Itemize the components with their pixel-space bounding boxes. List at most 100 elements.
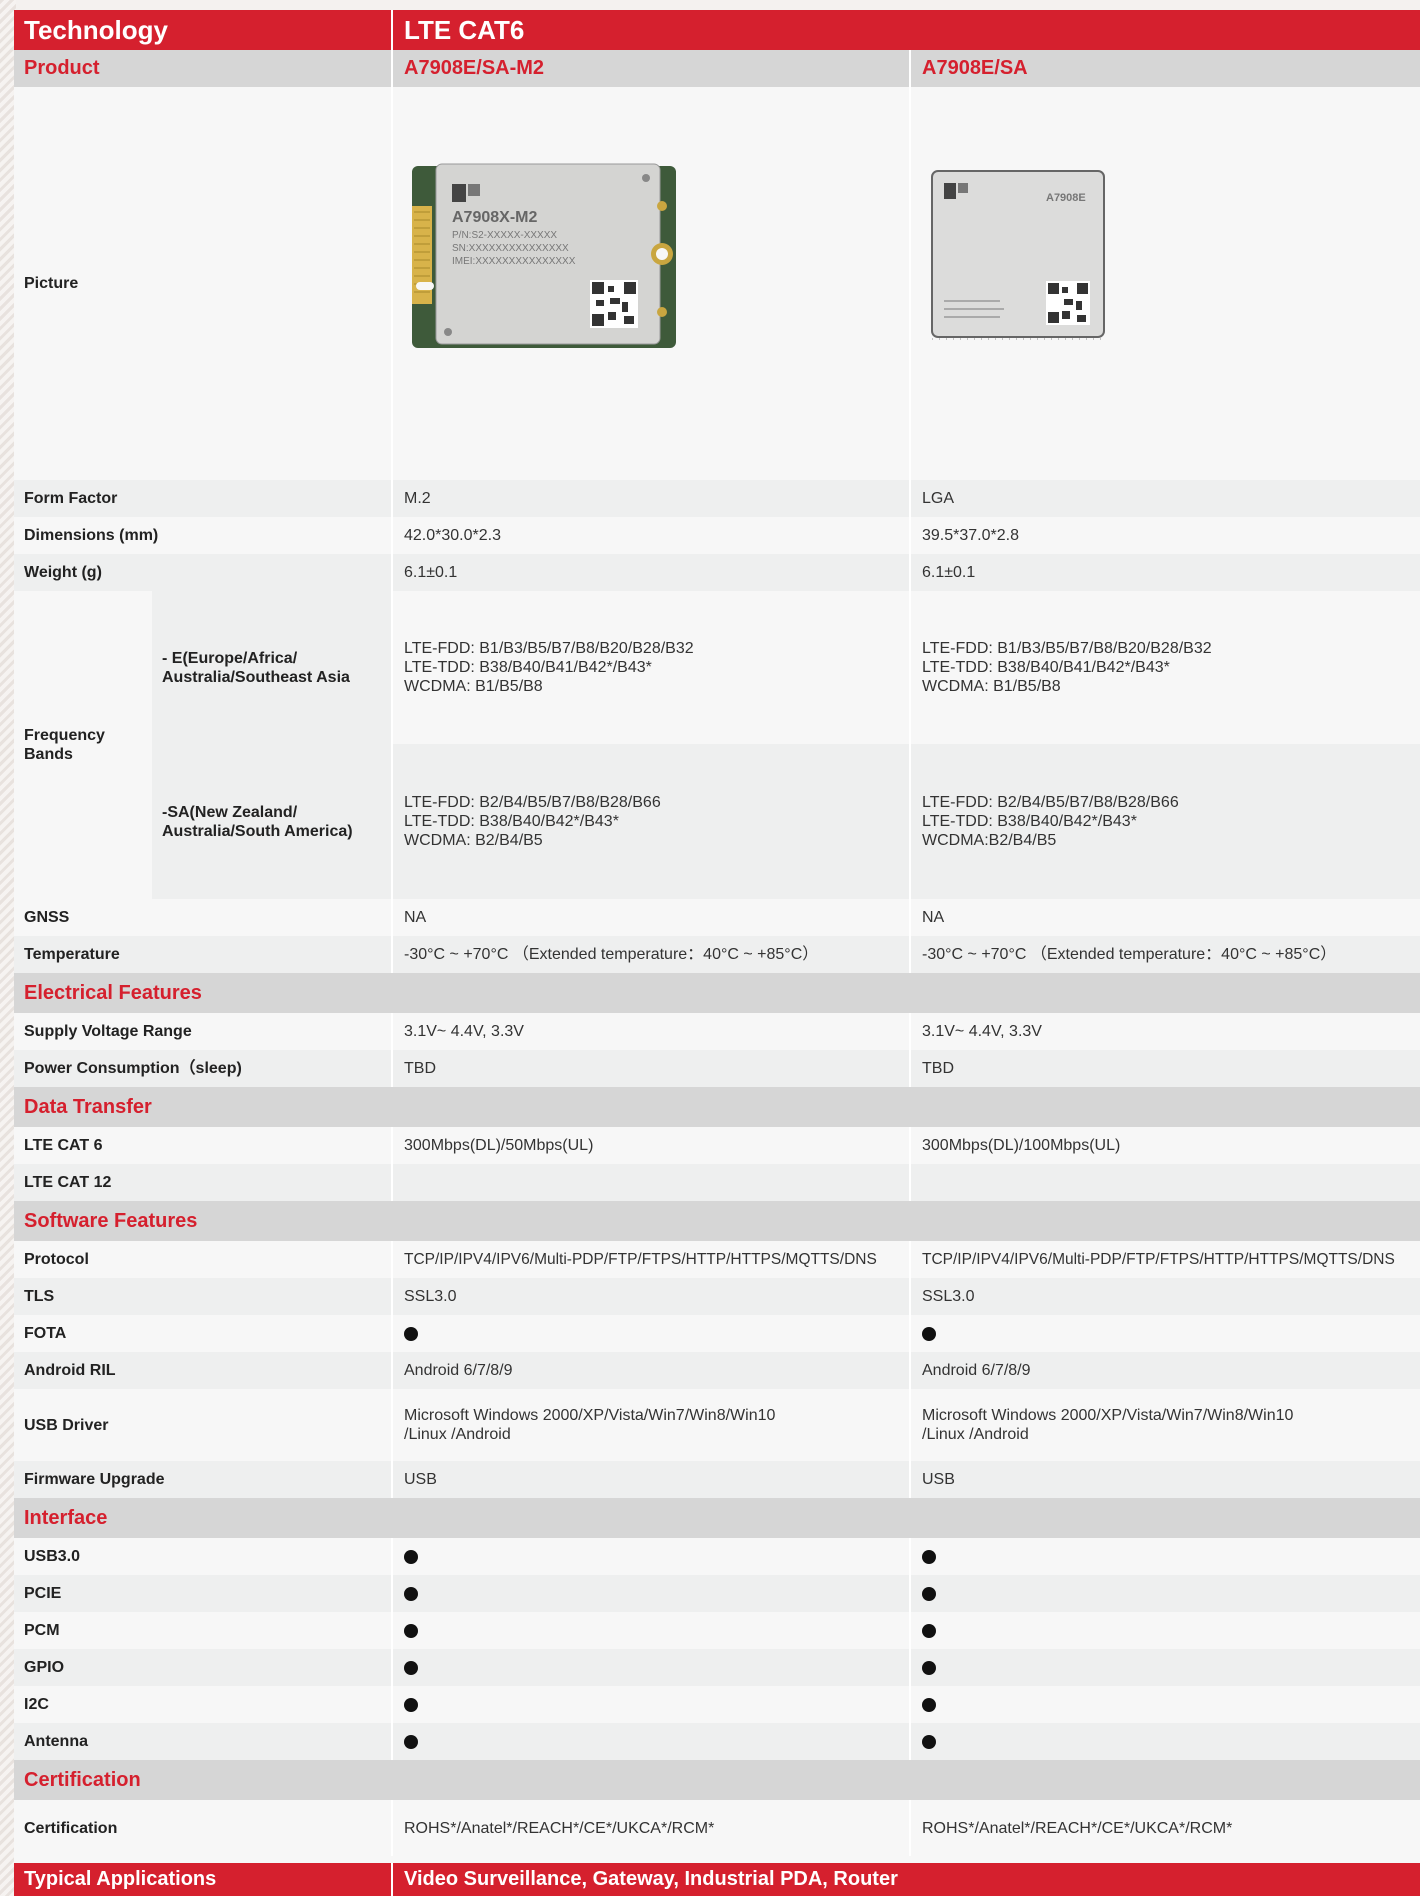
supported-dot-icon (922, 1734, 936, 1749)
fota-label: FOTA (14, 1315, 393, 1352)
interface-label: I2C (14, 1686, 393, 1723)
technology-label: Technology (14, 10, 393, 50)
interface-col2 (912, 1612, 1420, 1649)
supported-dot-icon (922, 1586, 936, 1601)
interface-label: PCM (14, 1612, 393, 1649)
gnss-col2: NA (922, 909, 945, 926)
fota-col1 (394, 1315, 911, 1352)
frequency-bands-label: Frequency Bands (14, 591, 152, 899)
spec-label: Weight (g) (14, 554, 393, 591)
gnss-col1: NA (394, 899, 911, 936)
data-transfer-col2: 300Mbps(DL)/100Mbps(UL) (922, 1137, 1121, 1154)
product-col1: A7908E/SA-M2 (394, 50, 911, 87)
tls-row: TLS SSL3.0 SSL3.0 (14, 1278, 1420, 1315)
usb-driver-col2: Microsoft Windows 2000/XP/Vista/Win7/Win… (922, 1407, 1294, 1443)
m2-module-image: A7908X-M2 P/N:S2-XXXXX-XXXXX SN:XXXXXXXX… (412, 163, 676, 348)
lga-model-text: A7908E (1046, 192, 1086, 204)
data-transfer-label: LTE CAT 6 (14, 1127, 393, 1164)
typical-applications-label: Typical Applications (14, 1863, 393, 1896)
data-transfer-row: LTE CAT 6 300Mbps(DL)/50Mbps(UL) 300Mbps… (14, 1127, 1420, 1164)
m2-model-text: A7908X-M2 (452, 209, 537, 226)
interface-col1 (394, 1649, 911, 1686)
gnss-row: GNSS NA NA (14, 899, 1420, 936)
electrical-section-title: Electrical Features (24, 981, 202, 1004)
picture-col1: A7908X-M2 P/N:S2-XXXXX-XXXXX SN:XXXXXXXX… (394, 87, 911, 480)
spec-col1: 42.0*30.0*2.3 (394, 517, 911, 554)
electrical-section-header: Electrical Features (14, 973, 1420, 1013)
spec-row-dimensions: Dimensions (mm) 42.0*30.0*2.3 39.5*37.0*… (14, 517, 1420, 554)
frequency-col1: LTE-FDD: B1/B3/B5/B7/B8/B20/B28/B32 LTE-… (394, 591, 911, 744)
android-ril-label: Android RIL (14, 1352, 393, 1389)
electrical-label: Power Consumption（sleep) (14, 1050, 393, 1087)
certification-section-header: Certification (14, 1760, 1420, 1800)
interface-label: GPIO (14, 1649, 393, 1686)
interface-col2 (912, 1538, 1420, 1575)
frequency-col2: LTE-FDD: B1/B3/B5/B7/B8/B20/B28/B32 LTE-… (922, 640, 1212, 695)
picture-col2: A7908E (912, 87, 1420, 480)
electrical-col2: TBD (922, 1060, 954, 1077)
certification-section-title: Certification (24, 1768, 141, 1791)
certification-col2: ROHS*/Anatel*/REACH*/CE*/UKCA*/RCM* (922, 1819, 1233, 1837)
frequency-col2: LTE-FDD: B2/B4/B5/B7/B8/B28/B66 LTE-TDD:… (922, 794, 1179, 849)
electrical-col1: TBD (394, 1050, 911, 1087)
firmware-row: Firmware Upgrade USB USB (14, 1461, 1420, 1498)
technology-row: Technology LTE CAT6 (14, 10, 1420, 50)
typical-applications-row: Typical Applications Video Surveillance,… (14, 1863, 1420, 1896)
picture-label: Picture (14, 87, 393, 480)
spec-table: Technology LTE CAT6 Product A7908E/SA-M2… (14, 10, 1420, 1896)
supported-dot-icon (922, 1660, 936, 1675)
data-transfer-col1 (394, 1164, 911, 1201)
usb-driver-col1: Microsoft Windows 2000/XP/Vista/Win7/Win… (394, 1389, 911, 1461)
supported-dot-icon (922, 1623, 936, 1638)
firmware-label: Firmware Upgrade (14, 1461, 393, 1498)
supported-dot-icon (404, 1660, 418, 1675)
interface-col1 (394, 1538, 911, 1575)
spec-col2: 39.5*37.0*2.8 (922, 527, 1019, 544)
data-transfer-section-header: Data Transfer (14, 1087, 1420, 1127)
protocol-label: Protocol (14, 1241, 393, 1278)
interface-row: Antenna (14, 1723, 1420, 1760)
software-section-title: Software Features (24, 1209, 198, 1232)
tls-col2: SSL3.0 (922, 1288, 975, 1305)
spec-label: Dimensions (mm) (14, 517, 393, 554)
data-transfer-row: LTE CAT 12 (14, 1164, 1420, 1201)
supported-dot-icon (404, 1697, 418, 1712)
data-transfer-col1: 300Mbps(DL)/50Mbps(UL) (394, 1127, 911, 1164)
interface-col1 (394, 1723, 911, 1760)
frequency-row-sa: -SA(New Zealand/ Australia/South America… (152, 744, 1420, 899)
interface-col2 (912, 1686, 1420, 1723)
supported-dot-icon (404, 1734, 418, 1749)
interface-col1 (394, 1612, 911, 1649)
electrical-col1: 3.1V~ 4.4V, 3.3V (394, 1013, 911, 1050)
spec-col1: 6.1±0.1 (394, 554, 911, 591)
m2-qr-code-icon (590, 280, 638, 328)
m2-sn-text: SN:XXXXXXXXXXXXXXX (452, 243, 569, 254)
protocol-row: Protocol TCP/IP/IPV4/IPV6/Multi-PDP/FTP/… (14, 1241, 1420, 1278)
lga-qr-code-icon (1046, 281, 1090, 325)
android-ril-col2: Android 6/7/8/9 (922, 1362, 1031, 1379)
interface-col2 (912, 1723, 1420, 1760)
protocol-col2: TCP/IP/IPV4/IPV6/Multi-PDP/FTP/FTPS/HTTP… (922, 1251, 1395, 1268)
protocol-col1: TCP/IP/IPV4/IPV6/Multi-PDP/FTP/FTPS/HTTP… (394, 1241, 911, 1278)
product-row: Product A7908E/SA-M2 A7908E/SA (14, 50, 1420, 87)
interface-section-header: Interface (14, 1498, 1420, 1538)
interface-col1 (394, 1686, 911, 1723)
interface-row: PCM (14, 1612, 1420, 1649)
gnss-label: GNSS (14, 899, 393, 936)
typical-applications-value: Video Surveillance, Gateway, Industrial … (404, 1868, 898, 1890)
supported-dot-icon (922, 1549, 936, 1564)
interface-label: USB3.0 (14, 1538, 393, 1575)
product-label: Product (14, 50, 393, 87)
temperature-label: Temperature (14, 936, 393, 973)
supported-dot-icon (404, 1549, 418, 1564)
data-transfer-label: LTE CAT 12 (14, 1164, 393, 1201)
spec-col2: LGA (922, 490, 955, 507)
product-col2: A7908E/SA (922, 57, 1028, 79)
software-section-header: Software Features (14, 1201, 1420, 1241)
supported-dot-icon (922, 1697, 936, 1712)
data-transfer-col2 (912, 1164, 1420, 1201)
technology-value: LTE CAT6 (404, 14, 525, 45)
android-ril-col1: Android 6/7/8/9 (394, 1352, 911, 1389)
interface-col2 (912, 1575, 1420, 1612)
usb-driver-label: USB Driver (14, 1389, 393, 1461)
